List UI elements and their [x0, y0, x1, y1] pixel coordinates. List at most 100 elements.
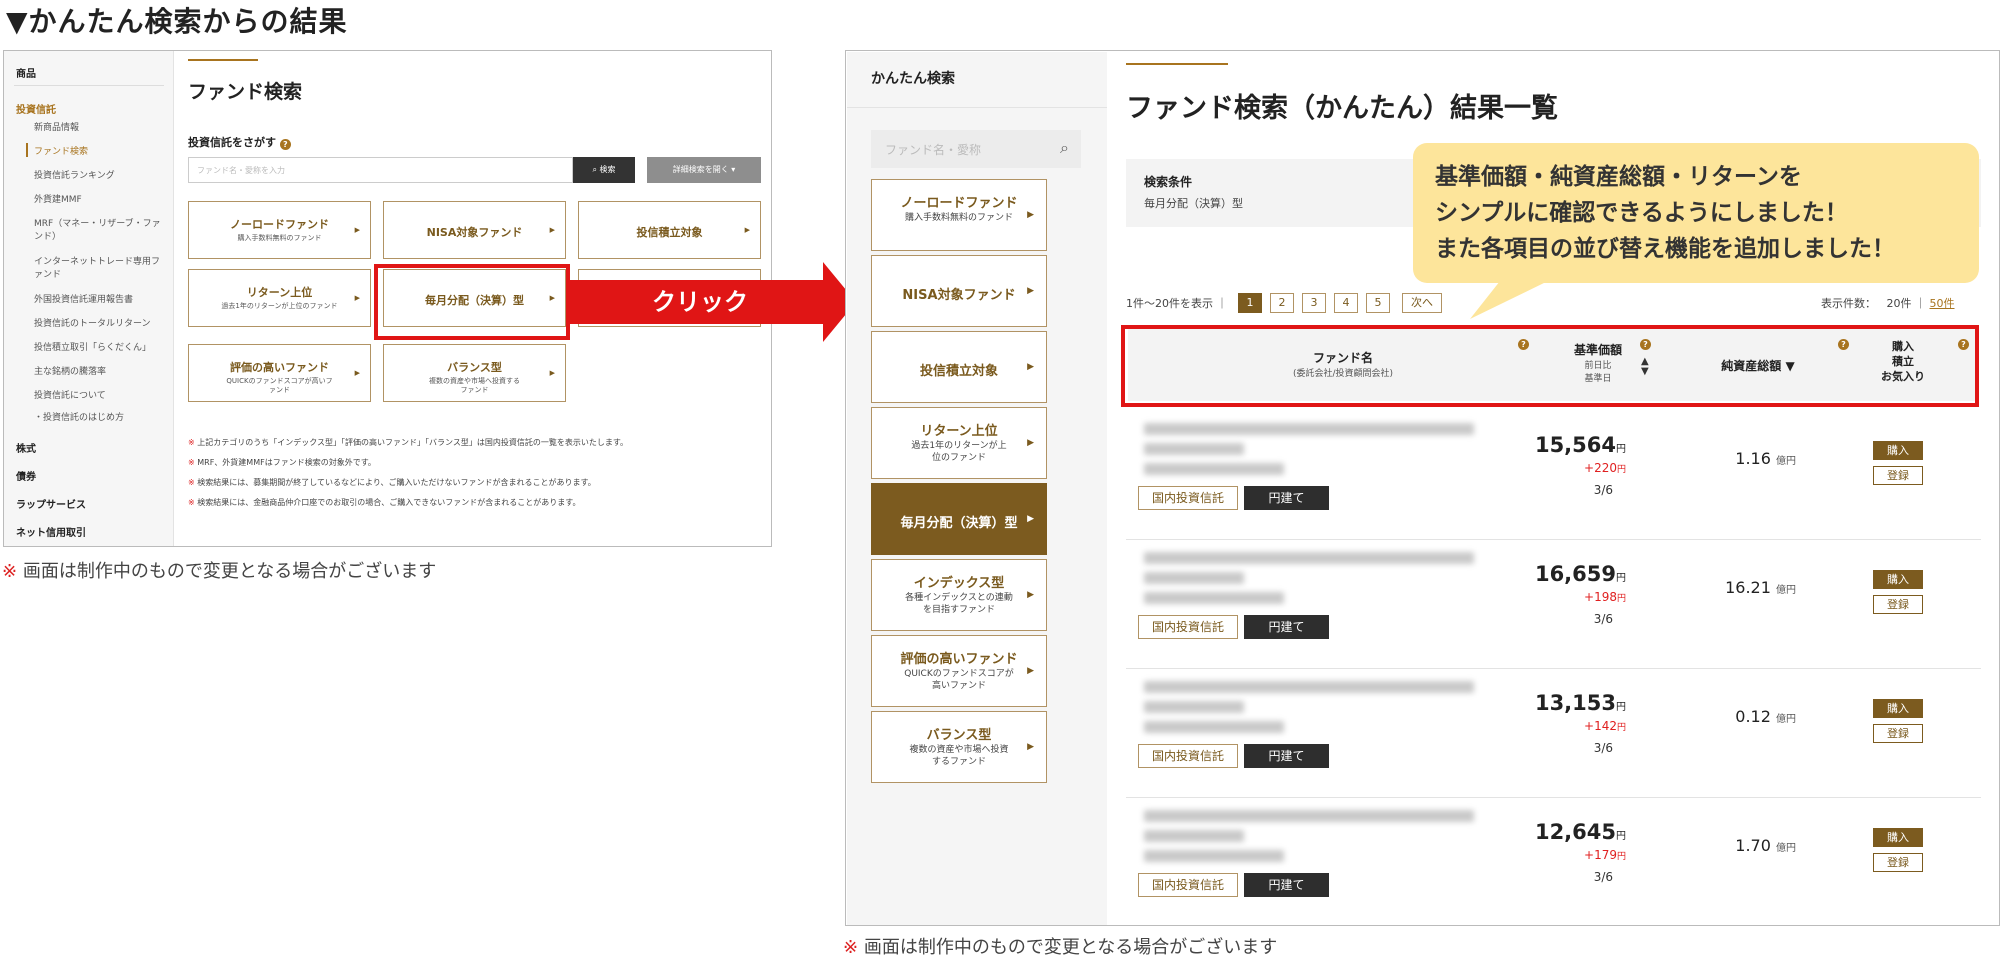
category-button[interactable]: リターン上位 過去1年のリターンが上位のファンド ▶ [871, 407, 1047, 479]
sidebar-item[interactable]: ・投資信託のはじめ方 [34, 412, 164, 425]
yen-unit: 円 [1616, 465, 1626, 475]
register-button[interactable]: 登録 [1873, 724, 1923, 743]
category-button[interactable]: ノーロードファンド 購入手数料無料のファンド ▶ [188, 201, 371, 259]
sidebar-item[interactable]: 主な銘柄の騰落率 [34, 366, 164, 379]
sidebar-category[interactable]: 債券 [16, 468, 36, 483]
search-label: 投資信託をさがす ? [188, 134, 291, 150]
button-sub: QUICKのファンドスコアが高いファンド [904, 669, 1014, 691]
category-button[interactable]: NISA対象ファンド ▶ [383, 201, 566, 259]
button-title: NISA対象ファンド [426, 226, 523, 239]
category-button[interactable]: バランス型 複数の資産や市場へ投資するファンド ▶ [871, 711, 1047, 783]
buy-button[interactable]: 購入 [1873, 699, 1923, 718]
sidebar-category[interactable]: ネット信用取引 [16, 524, 86, 539]
yen-unit: 円 [1616, 594, 1626, 604]
sidebar-item[interactable]: 投信積立取引「らくだくん」 [34, 342, 164, 355]
next-button[interactable]: 次へ [1402, 293, 1442, 313]
button-title: インデックス型 [913, 576, 1005, 591]
blurred-fund-name [1144, 830, 1244, 842]
button-sub: 過去1年のリターンが上位のファンド [911, 441, 1007, 463]
table-row[interactable]: 国内投資信託 円建て 15,564円 +220円 3/6 1.16 億円 購入 … [1126, 411, 1981, 540]
register-button[interactable]: 登録 [1873, 466, 1923, 485]
category-button[interactable]: リターン上位 過去1年のリターンが上位のファンド ▶ [188, 269, 371, 327]
per-page-50[interactable]: 50件 [1930, 297, 1955, 310]
category-button[interactable]: インデックス型 各種インデックスとの連動を目指すファンド ▶ [871, 559, 1047, 631]
sidebar-item[interactable]: インターネットトレード専用ファンド [34, 256, 164, 282]
button-sub: 複数の資産や市場へ投資するファンド [429, 377, 520, 394]
register-button[interactable]: 登録 [1873, 595, 1923, 614]
buy-button[interactable]: 購入 [1873, 441, 1923, 460]
buy-button[interactable]: 購入 [1873, 570, 1923, 589]
arrow-icon: ▶ [354, 226, 360, 234]
table-row[interactable]: 国内投資信託 円建て 13,153円 +142円 3/6 0.12 億円 購入 … [1126, 669, 1981, 798]
sidebar-item[interactable]: MRF（マネー・リザーブ・ファンド） [34, 218, 164, 244]
note-text: 検索結果には、金融商品仲介口座でのお取引の場合、ご購入できないファンドが含まれる… [197, 498, 581, 507]
blurred-fund-name [1144, 572, 1244, 584]
sidebar-category-active[interactable]: 投資信託 [16, 101, 56, 116]
callout-line: 基準価額・純資産総額・リターンを [1435, 164, 1802, 190]
sidebar-item[interactable]: 投資信託ランキング [34, 170, 164, 183]
title-accent [188, 59, 258, 61]
blurred-company [1144, 463, 1284, 475]
button-title: 投信積立対象 [919, 364, 998, 379]
price-value: 16,659 [1534, 562, 1616, 586]
button-title: NISA対象ファンド [902, 288, 1016, 303]
note-text: 上記カテゴリのうち「インデックス型」「評価の高いファンド」「バランス型」は国内投… [197, 438, 629, 447]
sidebar-item-active[interactable]: ファンド検索 [34, 146, 164, 159]
button-sub: QUICKのファンドスコアが高いファンド [226, 377, 333, 394]
yen-unit: 円 [1616, 831, 1626, 842]
category-button[interactable]: バランス型 複数の資産や市場へ投資するファンド ▶ [383, 344, 566, 402]
page-button[interactable]: 4 [1334, 293, 1358, 313]
search-input[interactable]: ファンド名・愛称 ⌕ [871, 130, 1081, 168]
help-icon[interactable]: ? [279, 139, 291, 150]
detail-search-button[interactable]: 詳細検索を開く ▾ [647, 157, 761, 183]
yen-unit: 円 [1616, 702, 1626, 713]
change-value: +142 [1584, 719, 1617, 733]
page-button-active[interactable]: 1 [1238, 293, 1262, 313]
sidebar-item[interactable]: 外国投資信託運用報告書 [34, 294, 164, 307]
blurred-fund-name [1144, 681, 1474, 693]
page-button[interactable]: 5 [1366, 293, 1390, 313]
yen-unit: 円 [1616, 852, 1626, 862]
sidebar-category[interactable]: 株式 [16, 440, 36, 455]
sidebar-item[interactable]: 投資信託について [34, 390, 164, 403]
sidebar-category[interactable]: 商品 [16, 65, 36, 80]
sidebar-category[interactable]: ラップサービス [16, 496, 86, 511]
table-row[interactable]: 国内投資信託 円建て 12,645円 +179円 3/6 1.70 億円 購入 … [1126, 798, 1981, 925]
sidebar-item[interactable]: 投資信託のトータルリターン [34, 318, 164, 331]
register-button[interactable]: 登録 [1873, 853, 1923, 872]
category-button[interactable]: NISA対象ファンド ▶ [871, 255, 1047, 327]
per-page-20[interactable]: 20件 [1887, 297, 1912, 310]
per-page: 表示件数： 20件 ｜ 50件 [1821, 297, 1955, 310]
category-button[interactable]: ノーロードファンド 購入手数料無料のファンド ▶ [871, 179, 1047, 251]
button-title: 毎月分配（決算）型 [900, 516, 1018, 531]
buy-button[interactable]: 購入 [1873, 828, 1923, 847]
table-row[interactable]: 国内投資信託 円建て 16,659円 +198円 3/6 16.21 億円 購入… [1126, 540, 1981, 669]
button-title: リターン上位 [246, 286, 313, 299]
page-heading: ▼かんたん検索からの結果 [6, 5, 348, 38]
search-input[interactable]: ファンド名・愛称を入力 [188, 157, 573, 183]
sidebar-item[interactable]: 外貨建MMF [34, 194, 164, 207]
category-button[interactable]: 評価の高いファンド QUICKのファンドスコアが高いファンド ▶ [188, 344, 371, 402]
category-button[interactable]: 投信積立対象 ▶ [871, 331, 1047, 403]
blurred-fund-name [1144, 423, 1474, 435]
arrow-icon: ▶ [1027, 666, 1034, 676]
sidebar-item[interactable]: 新商品情報 [34, 122, 164, 135]
note: ※ 検索結果には、募集期間が終了しているなどにより、ご購入いただけないファンドが… [188, 477, 596, 488]
search-icon[interactable]: ⌕ [1060, 138, 1069, 158]
page-button[interactable]: 3 [1302, 293, 1326, 313]
nav-change: +179円 [1526, 848, 1626, 862]
blurred-fund-name [1144, 552, 1474, 564]
category-button[interactable]: 評価の高いファンド QUICKのファンドスコアが高いファンド ▶ [871, 635, 1047, 707]
nav-price: 13,153円 [1526, 691, 1626, 715]
change-value: +198 [1584, 590, 1617, 604]
disclaimer: ※ 画面は制作中のもので変更となる場合がございます [843, 933, 1277, 958]
net-assets: 16.21 億円 [1686, 578, 1796, 597]
category-button-active[interactable]: 毎月分配（決算）型 ▶ [871, 483, 1047, 555]
price-value: 15,564 [1534, 433, 1616, 457]
category-button[interactable]: 投信積立対象 ▶ [578, 201, 761, 259]
page-title: ファンド検索（かんたん）結果一覧 [1126, 93, 1558, 124]
search-button-label: 検索 [599, 165, 616, 174]
search-button[interactable]: ⌕ 検索 [573, 157, 635, 183]
arrow-icon: ▶ [354, 369, 360, 377]
page-button[interactable]: 2 [1270, 293, 1294, 313]
